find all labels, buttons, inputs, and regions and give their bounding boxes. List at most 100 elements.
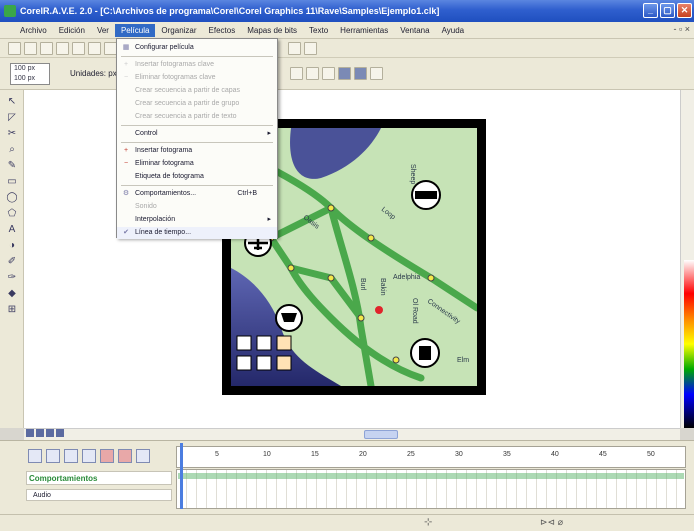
timeline-loop-icon[interactable] — [82, 449, 96, 463]
application-launcher-icon[interactable] — [304, 42, 317, 55]
menu-interpolacion[interactable]: Interpolación ▸ — [117, 214, 277, 226]
timeline-object-row[interactable]: Audio — [26, 489, 172, 501]
map-label-2: Sheep — [409, 164, 416, 184]
open-icon[interactable] — [24, 41, 37, 55]
cut-icon[interactable] — [72, 41, 85, 55]
knife-tool-icon[interactable]: ✂ — [5, 128, 19, 140]
color-palette[interactable] — [684, 260, 694, 428]
align-icon[interactable] — [290, 67, 303, 80]
window-controls: _ ▢ ✕ — [643, 3, 692, 18]
menu-separator — [121, 125, 273, 126]
eyedropper-tool-icon[interactable]: ✐ — [5, 256, 19, 268]
menu-insertar-fotogramas-clave: + Insertar fotogramas clave — [117, 59, 277, 71]
new-icon[interactable] — [8, 41, 21, 55]
timeline-tick: 45 — [599, 451, 607, 458]
menu-insertar-fotograma[interactable]: + Insertar fotograma — [117, 145, 277, 157]
map-label-1: Adelphia — [393, 274, 420, 281]
text-tool-icon[interactable]: A — [5, 224, 19, 236]
timeline-options-icon[interactable] — [28, 449, 42, 463]
copy-icon[interactable] — [88, 41, 101, 55]
menu-comportamientos[interactable]: ⚙ Comportamientos... Ctrl+B — [117, 188, 277, 200]
plus-icon: + — [123, 61, 129, 68]
fill-tool-icon[interactable]: ◆ — [5, 288, 19, 300]
menu-ver[interactable]: Ver — [91, 24, 115, 37]
print-icon[interactable] — [56, 41, 69, 55]
next-page-icon[interactable] — [46, 429, 54, 437]
save-icon[interactable] — [40, 41, 53, 55]
cursor-icon: ⊹ — [424, 517, 433, 528]
break-apart-icon[interactable] — [354, 67, 367, 80]
timeline-tick: 35 — [503, 451, 511, 458]
outline-tool-icon[interactable]: ✑ — [5, 272, 19, 284]
maximize-button[interactable]: ▢ — [660, 3, 675, 18]
menu-herramientas[interactable]: Herramientas — [334, 24, 394, 37]
timeline-zoom-icon[interactable] — [136, 449, 150, 463]
menu-texto[interactable]: Texto — [303, 24, 334, 37]
map-label-4: Bakin — [379, 278, 386, 296]
pick-tool-icon[interactable]: ↖ — [5, 96, 19, 108]
timeline-behavior-track — [178, 473, 684, 479]
menu-edicion[interactable]: Edición — [53, 24, 91, 37]
zoom-tool-icon[interactable]: ⌕ — [5, 144, 19, 156]
menu-item-label: Etiqueta de fotograma — [135, 173, 204, 180]
document-controls[interactable]: - ▫ × — [674, 24, 690, 34]
timeline-playhead[interactable] — [180, 443, 183, 509]
first-page-icon[interactable] — [26, 429, 34, 437]
timeline-layer-icon[interactable] — [64, 449, 78, 463]
timeline-tick: 30 — [455, 451, 463, 458]
menu-linea-de-tiempo[interactable]: ✔ Línea de tiempo... — [117, 227, 277, 239]
menu-ventana[interactable]: Ventana — [394, 24, 435, 37]
prev-page-icon[interactable] — [36, 429, 44, 437]
menu-configurar-pelicula[interactable]: ▦ Configurar película — [117, 42, 277, 54]
menu-separator — [121, 142, 273, 143]
interactive-fill-icon[interactable]: ◑ — [5, 240, 19, 252]
polygon-tool-icon[interactable]: ⬠ — [5, 208, 19, 220]
zoom-level-icon[interactable] — [288, 42, 301, 55]
timeline-tick: 40 — [551, 451, 559, 458]
menu-item-label: Eliminar fotograma — [135, 160, 194, 167]
menu-mapas-de-bits[interactable]: Mapas de bits — [241, 24, 303, 37]
combine-icon[interactable] — [338, 67, 351, 80]
menu-ayuda[interactable]: Ayuda — [436, 24, 471, 37]
menu-archivo[interactable]: Archivo — [14, 24, 53, 37]
to-front-icon[interactable] — [370, 67, 383, 80]
title-bar: CorelR.A.V.E. 2.0 - [C:\Archivos de prog… — [0, 0, 694, 22]
minimize-button[interactable]: _ — [643, 3, 658, 18]
menu-item-label: Crear secuencia a partir de capas — [135, 87, 241, 94]
menu-etiqueta-fotograma[interactable]: Etiqueta de fotograma — [117, 171, 277, 183]
menu-sonido: Sonido — [117, 201, 277, 213]
units-label[interactable]: Unidades: px — [70, 69, 117, 78]
page-size-field[interactable]: 100 px 100 px — [10, 63, 50, 85]
page-width-value: 100 px — [14, 65, 36, 72]
timeline-stop-icon[interactable] — [118, 449, 132, 463]
map-label-6: Elm — [457, 357, 469, 364]
rectangle-tool-icon[interactable]: ▭ — [5, 176, 19, 188]
freehand-tool-icon[interactable]: ✎ — [5, 160, 19, 172]
horizontal-scrollbar[interactable] — [24, 428, 680, 440]
timeline-tick: 5 — [215, 451, 219, 458]
timeline-step-icon[interactable] — [46, 449, 60, 463]
menu-item-label: Insertar fotograma — [135, 147, 193, 154]
window-title: CorelR.A.V.E. 2.0 - [C:\Archivos de prog… — [20, 6, 440, 16]
timeline-behaviors-row[interactable]: Comportamientos — [26, 471, 172, 485]
menu-crear-secuencia-grupo: Crear secuencia a partir de grupo — [117, 98, 277, 110]
menu-eliminar-fotograma[interactable]: − Eliminar fotograma — [117, 158, 277, 170]
close-button[interactable]: ✕ — [677, 3, 692, 18]
horizontal-scroll-thumb[interactable] — [364, 430, 398, 439]
menu-pelicula[interactable]: Película — [114, 23, 156, 37]
menu-efectos[interactable]: Efectos — [203, 24, 242, 37]
menu-organizar[interactable]: Organizar — [155, 24, 202, 37]
menu-control[interactable]: Control ▸ — [117, 128, 277, 140]
timeline-ruler[interactable]: 5 10 15 20 25 30 35 40 45 50 — [176, 446, 686, 468]
menu-separator — [121, 56, 273, 57]
ungroup-icon[interactable] — [322, 67, 335, 80]
timeline-record-icon[interactable] — [100, 449, 114, 463]
ellipse-tool-icon[interactable]: ◯ — [5, 192, 19, 204]
shape-tool-icon[interactable]: ◸ — [5, 112, 19, 124]
group-icon[interactable] — [306, 67, 319, 80]
menu-item-label: Control — [135, 130, 158, 137]
menu-crear-secuencia-texto: Crear secuencia a partir de texto — [117, 111, 277, 123]
interactive-tool-icon[interactable]: ⊞ — [5, 304, 19, 316]
last-page-icon[interactable] — [56, 429, 64, 437]
menu-shortcut: Ctrl+B — [237, 190, 257, 197]
